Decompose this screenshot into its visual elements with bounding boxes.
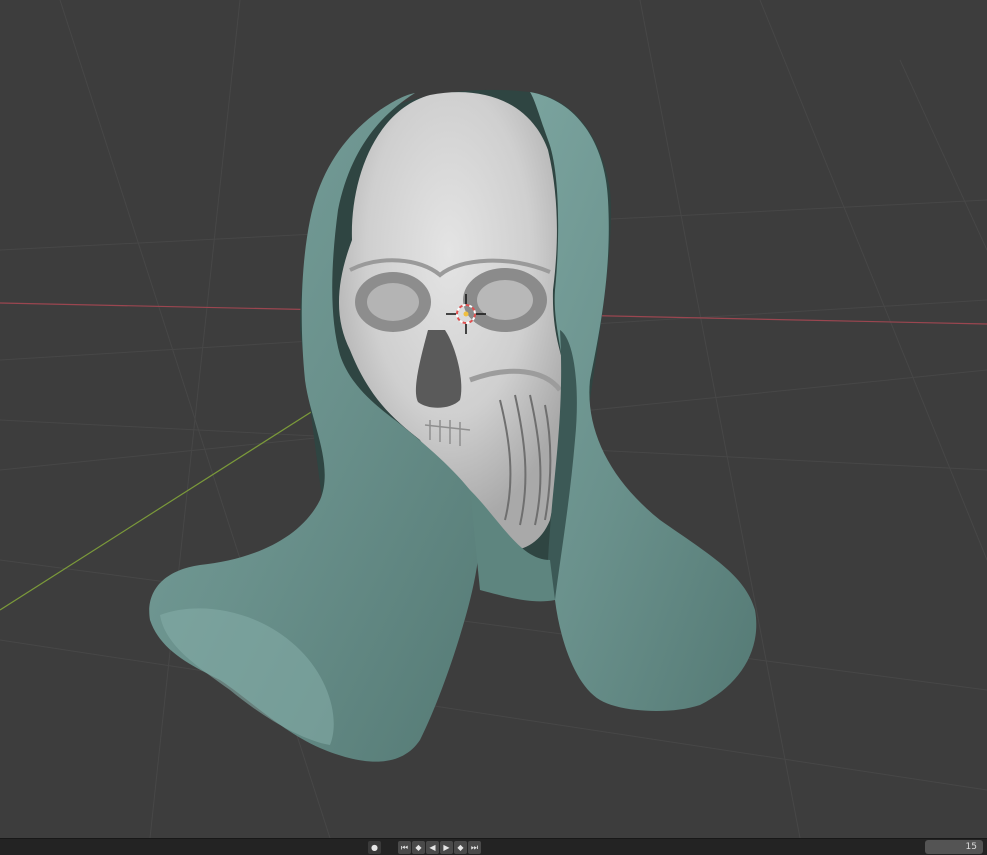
current-frame-field[interactable]: 15 xyxy=(925,840,983,854)
play-button[interactable]: ▶ xyxy=(440,840,453,854)
prev-keyframe-button[interactable]: ◆ xyxy=(412,840,425,854)
viewport-canvas[interactable] xyxy=(0,0,987,838)
jump-end-icon: ⏭ xyxy=(470,842,479,852)
next-keyframe-button[interactable]: ◆ xyxy=(454,840,467,854)
play-reverse-button[interactable]: ◀ xyxy=(426,840,439,854)
record-icon: ● xyxy=(371,842,378,852)
jump-end-button[interactable]: ⏭ xyxy=(468,840,481,854)
playback-controls: ● ⏮ ◆ ◀ ▶ ◆ ⏭ xyxy=(368,840,481,854)
3d-viewport[interactable] xyxy=(0,0,987,838)
record-button[interactable]: ● xyxy=(368,840,381,854)
timeline-header: ● ⏮ ◆ ◀ ▶ ◆ ⏭ 15 xyxy=(0,838,987,855)
play-icon: ▶ xyxy=(443,842,450,852)
jump-start-icon: ⏮ xyxy=(400,842,409,852)
play-reverse-icon: ◀ xyxy=(429,842,436,852)
prev-keyframe-icon: ◆ xyxy=(415,842,422,852)
next-keyframe-icon: ◆ xyxy=(457,842,464,852)
jump-start-button[interactable]: ⏮ xyxy=(398,840,411,854)
